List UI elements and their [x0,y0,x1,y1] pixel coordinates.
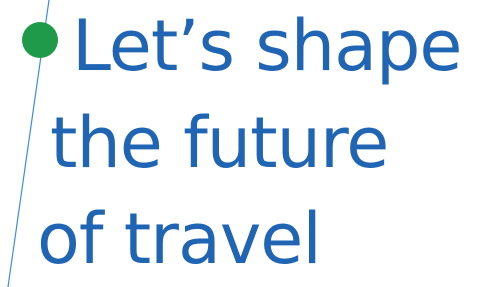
headline: Let’s shape the future of travel [0,0,483,287]
headline-line-1: Let’s shape [72,5,462,87]
headline-line-2: the future [50,102,389,184]
headline-line-3: of travel [37,198,322,280]
